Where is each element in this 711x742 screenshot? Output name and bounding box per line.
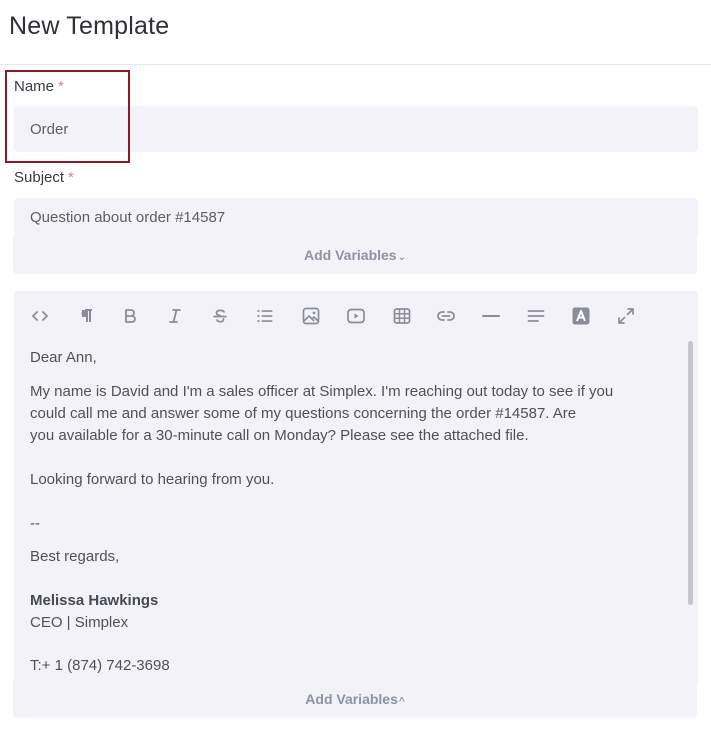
text-color-icon xyxy=(572,307,590,325)
subject-label: Subject * xyxy=(14,169,74,186)
signature-title: CEO | Simplex xyxy=(30,614,129,631)
signature-phone: T:+ 1 (874) 742-3698 xyxy=(30,657,170,674)
italic-button[interactable] xyxy=(163,304,187,328)
name-label: Name * xyxy=(14,78,64,95)
name-input[interactable] xyxy=(14,106,698,152)
name-label-text: Name xyxy=(14,78,55,95)
image-button[interactable] xyxy=(299,304,323,328)
image-icon xyxy=(302,307,320,325)
editor-toolbar xyxy=(14,291,698,339)
body-editor[interactable]: Dear Ann, My name is David and I'm a sal… xyxy=(14,291,698,683)
video-icon xyxy=(347,308,365,324)
paragraph-icon xyxy=(81,309,92,322)
subject-label-text: Subject xyxy=(14,169,65,186)
required-mark: * xyxy=(68,169,74,186)
list-icon xyxy=(257,309,273,323)
video-button[interactable] xyxy=(344,304,368,328)
expand-icon xyxy=(618,308,634,324)
italic-icon xyxy=(169,309,181,323)
add-variables-label: Add Variables xyxy=(305,691,398,707)
page-title: New Template xyxy=(9,12,170,40)
strikethrough-icon xyxy=(213,309,227,323)
signature-name: Melissa Hawkings xyxy=(30,592,159,609)
required-mark: * xyxy=(58,78,64,95)
bullet-list-button[interactable] xyxy=(253,304,277,328)
add-variables-label: Add Variables xyxy=(304,247,397,263)
bold-icon xyxy=(125,309,136,323)
align-icon xyxy=(527,310,545,322)
table-icon xyxy=(393,308,411,324)
signature-separator: -- xyxy=(30,515,40,532)
editor-scrollbar[interactable] xyxy=(688,341,693,605)
table-button[interactable] xyxy=(390,304,414,328)
bold-button[interactable] xyxy=(118,304,142,328)
sign-off: Best regards, xyxy=(30,548,120,565)
code-icon xyxy=(32,311,48,321)
align-button[interactable] xyxy=(524,304,548,328)
subject-input[interactable] xyxy=(14,198,698,236)
body-line: My name is David and I'm a sales officer… xyxy=(30,383,614,400)
strikethrough-button[interactable] xyxy=(208,304,232,328)
greeting: Dear Ann, xyxy=(30,349,97,366)
chevron-up-icon: ^ xyxy=(398,696,405,707)
subject-add-variables-button[interactable]: Add Variables⌄ xyxy=(13,236,697,274)
horizontal-line-button[interactable] xyxy=(479,304,503,328)
chevron-down-icon: ⌄ xyxy=(397,252,406,263)
horizontal-line-icon xyxy=(482,315,500,317)
body-line: could call me and answer some of my ques… xyxy=(30,405,577,422)
paragraph-button[interactable] xyxy=(74,304,98,328)
closing-line: Looking forward to hearing from you. xyxy=(30,471,275,488)
link-icon xyxy=(437,311,455,321)
fullscreen-button[interactable] xyxy=(614,304,638,328)
body-add-variables-button[interactable]: Add Variables^ xyxy=(13,680,697,718)
text-color-button[interactable] xyxy=(569,304,593,328)
header-divider xyxy=(0,64,711,65)
body-line: you available for a 30-minute call on Mo… xyxy=(30,427,529,444)
code-view-button[interactable] xyxy=(28,304,52,328)
link-button[interactable] xyxy=(434,304,458,328)
